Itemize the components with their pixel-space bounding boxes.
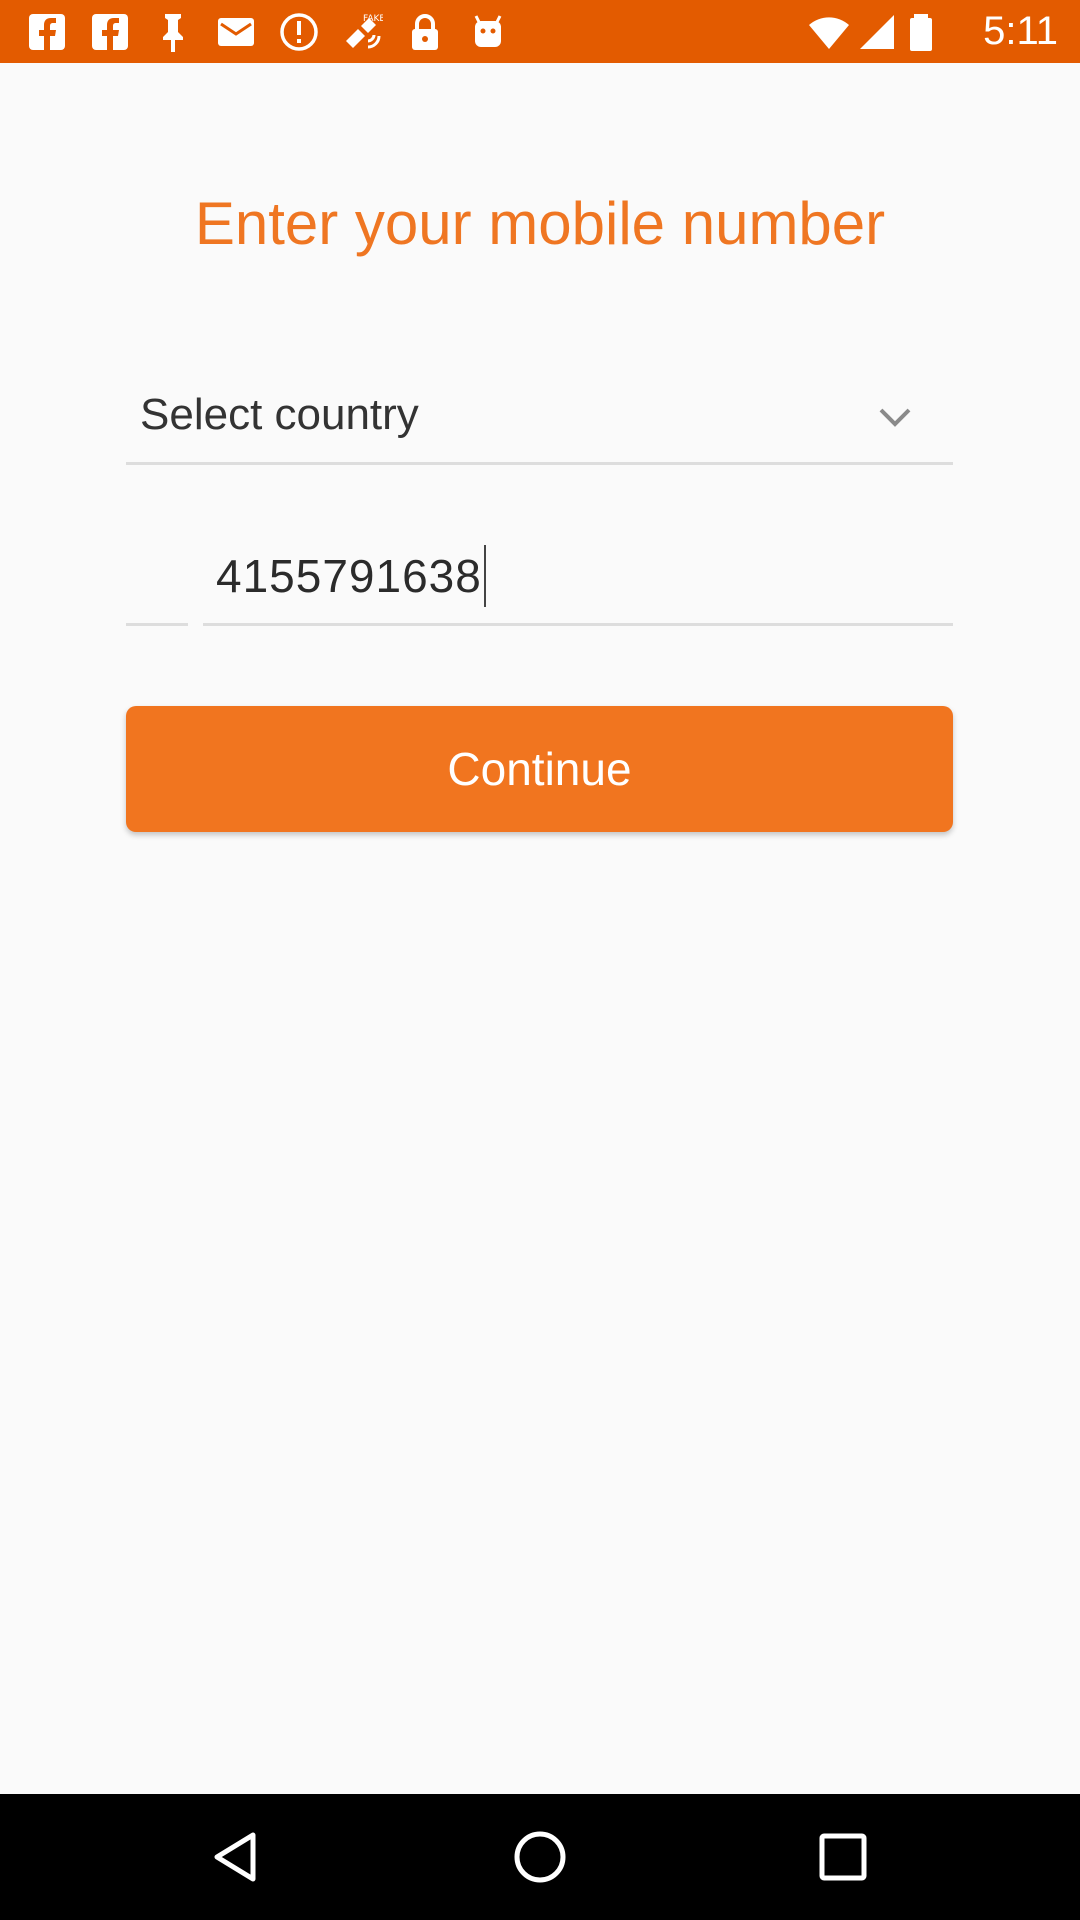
recents-icon[interactable]: [813, 1827, 873, 1887]
alert-icon: [278, 11, 320, 53]
facebook-icon: [26, 11, 68, 53]
continue-button[interactable]: Continue: [126, 706, 953, 832]
navigation-bar: [0, 1794, 1080, 1920]
battery-icon: [900, 11, 942, 53]
status-bar: FAKE 5:11: [0, 0, 1080, 63]
country-select-value: Select country: [140, 390, 419, 439]
phone-number-text: 4155791638: [216, 550, 482, 602]
text-cursor: [483, 544, 486, 607]
back-icon[interactable]: [207, 1827, 267, 1887]
chevron-down-icon: [875, 397, 915, 437]
mail-icon: [215, 11, 257, 53]
page-title: Enter your mobile number: [194, 190, 886, 257]
home-icon[interactable]: [510, 1827, 570, 1887]
svg-text:FAKE: FAKE: [363, 14, 383, 24]
fake-gps-icon: FAKE: [341, 11, 383, 53]
country-select[interactable]: Select country: [126, 375, 953, 465]
signal-icon: [856, 11, 898, 53]
status-time: 5:11: [983, 9, 1058, 53]
phone-number-field[interactable]: 4155791638: [203, 540, 953, 626]
android-icon: [467, 11, 509, 53]
pin-icon: [152, 11, 194, 53]
phone-number-value: 4155791638: [216, 544, 486, 611]
lock-icon: [404, 11, 446, 53]
wifi-icon: [808, 11, 850, 53]
country-code-field[interactable]: [126, 540, 188, 626]
facebook-icon: [89, 11, 131, 53]
